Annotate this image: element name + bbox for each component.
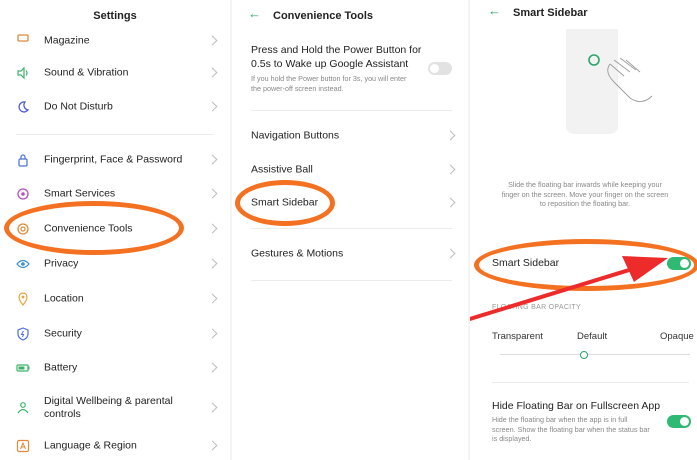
- divider: [16, 134, 214, 135]
- settings-item-label: Sound & Vibration: [44, 66, 129, 79]
- settings-item-digital-wellbeing[interactable]: Digital Wellbeing & parental controls: [0, 390, 230, 426]
- chevron-right-icon: [207, 258, 218, 269]
- location-pin-icon: [16, 292, 30, 306]
- settings-item-dnd[interactable]: Do Not Disturb: [0, 90, 230, 124]
- convenience-item-gestures[interactable]: Gestures & Motions: [232, 237, 468, 271]
- settings-item-magazine[interactable]: Magazine: [0, 24, 230, 58]
- power-button-toggle[interactable]: [428, 62, 452, 75]
- convenience-item-label: Gestures & Motions: [251, 247, 344, 260]
- chevron-right-icon: [207, 402, 218, 413]
- magazine-icon: [16, 34, 30, 48]
- divider: [251, 228, 452, 229]
- settings-item-label: Privacy: [44, 257, 79, 270]
- page-title: Convenience Tools: [273, 10, 374, 22]
- chevron-right-icon: [207, 440, 218, 451]
- red-arrow-icon: [470, 256, 668, 322]
- chevron-right-icon: [207, 154, 218, 165]
- wellbeing-icon: [16, 401, 30, 415]
- battery-icon: [16, 361, 30, 375]
- page-title: Settings: [93, 10, 137, 22]
- chevron-right-icon: [207, 67, 218, 78]
- settings-item-label: Location: [44, 292, 84, 305]
- chevron-right-icon: [445, 164, 456, 175]
- smart-services-icon: [16, 187, 30, 201]
- settings-item-label: Language & Region: [44, 439, 137, 452]
- chevron-right-icon: [207, 293, 218, 304]
- divider: [251, 280, 452, 281]
- chevron-right-icon: [207, 328, 218, 339]
- highlight-ellipse: [4, 201, 184, 255]
- setting-description: If you hold the Power button for 3s, you…: [251, 74, 407, 93]
- moon-icon: [16, 100, 30, 114]
- back-arrow-icon[interactable]: ←: [248, 6, 261, 21]
- convenience-tools-panel: ← Convenience Tools Press and Hold the P…: [232, 0, 468, 460]
- sound-icon: [16, 66, 30, 80]
- settings-panel: Settings Magazine Sound & Vibration Do N…: [0, 0, 230, 460]
- convenience-item-label: Navigation Buttons: [251, 129, 340, 142]
- convenience-item-label: Assistive Ball: [251, 163, 313, 176]
- lock-icon: [16, 153, 30, 167]
- chevron-right-icon: [207, 362, 218, 373]
- highlight-ellipse: [235, 180, 335, 226]
- settings-item-label: Security: [44, 327, 82, 340]
- settings-item-label: Battery: [44, 361, 78, 374]
- chevron-right-icon: [445, 197, 456, 208]
- language-icon: [16, 439, 30, 453]
- chevron-right-icon: [445, 248, 456, 259]
- settings-item-label: Magazine: [44, 34, 90, 47]
- chevron-right-icon: [207, 223, 218, 234]
- convenience-item-navigation-buttons[interactable]: Navigation Buttons: [232, 119, 468, 153]
- settings-item-language[interactable]: Language & Region: [0, 429, 230, 460]
- chevron-right-icon: [445, 130, 456, 141]
- divider: [251, 110, 452, 111]
- settings-item-label: Fingerprint, Face & Password: [44, 153, 183, 166]
- smart-sidebar-panel: ← Smart Sidebar Slide the floating bar i…: [470, 0, 697, 460]
- settings-item-battery[interactable]: Battery: [0, 351, 230, 385]
- settings-item-security[interactable]: Security: [0, 317, 230, 351]
- settings-item-label: Digital Wellbeing & parental controls: [44, 395, 173, 420]
- settings-item-fingerprint[interactable]: Fingerprint, Face & Password: [0, 143, 230, 177]
- settings-item-sound[interactable]: Sound & Vibration: [0, 56, 230, 90]
- settings-item-label: Do Not Disturb: [44, 100, 113, 113]
- settings-item-location[interactable]: Location: [0, 282, 230, 316]
- chevron-right-icon: [207, 101, 218, 112]
- settings-item-label: Smart Services: [44, 187, 116, 200]
- privacy-icon: [16, 257, 30, 271]
- power-button-setting[interactable]: Press and Hold the Power Button for 0.5s…: [251, 43, 431, 93]
- chevron-right-icon: [207, 188, 218, 199]
- chevron-right-icon: [207, 35, 218, 46]
- setting-title: Press and Hold the Power Button for 0.5s…: [251, 44, 422, 70]
- shield-icon: [16, 327, 30, 341]
